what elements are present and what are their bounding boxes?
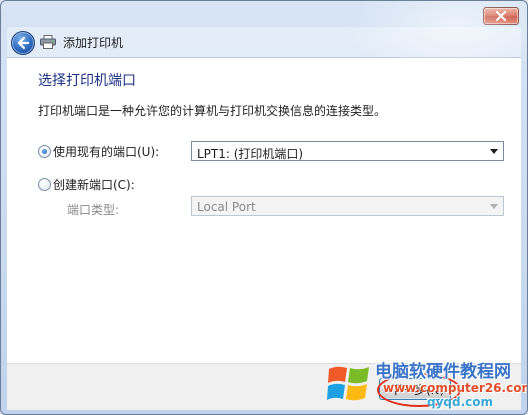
existing-port-value: LPT1: (打印机端口) [197, 147, 304, 161]
existing-port-select[interactable]: LPT1: (打印机端口) [191, 141, 504, 161]
dropdown-arrow-icon [490, 204, 498, 209]
port-type-label: 端口类型: [67, 203, 120, 217]
new-port-label[interactable]: 创建新端口(C): [53, 176, 135, 193]
watermark-url: www.computer26.com [383, 381, 528, 395]
port-type-value: Local Port [197, 200, 256, 214]
dialog-window: 添加打印机 选择打印机端口 打印机端口是一种允许您的计算机与打印机交换信息的连接… [0, 0, 528, 415]
dropdown-arrow-icon [490, 149, 498, 154]
printer-icon [40, 35, 56, 49]
new-port-radio[interactable] [38, 178, 51, 191]
watermark-title: 电脑软硬件教程网 [375, 362, 511, 382]
windows-logo-icon [327, 366, 369, 401]
page-description: 打印机端口是一种允许您的计算机与打印机交换信息的连接类型。 [38, 104, 387, 118]
watermark: 电脑软硬件教程网 www.computer26.com qyqd.com [327, 353, 527, 411]
window-title: 添加打印机 [63, 36, 124, 50]
existing-port-radio[interactable] [38, 145, 51, 158]
existing-port-label[interactable]: 使用现有的端口(U): [53, 143, 159, 160]
back-button[interactable] [11, 31, 35, 55]
close-button[interactable] [483, 7, 519, 25]
wizard-header: 添加打印机 [7, 27, 521, 57]
port-type-select[interactable]: Local Port [191, 196, 504, 216]
back-arrow-icon [17, 36, 30, 50]
wizard-content: 选择打印机端口 打印机端口是一种允许您的计算机与打印机交换信息的连接类型。 使用… [7, 57, 521, 364]
page-title: 选择打印机端口 [38, 73, 136, 89]
watermark-url-secondary: qyqd.com [427, 395, 494, 409]
close-icon [496, 11, 506, 21]
